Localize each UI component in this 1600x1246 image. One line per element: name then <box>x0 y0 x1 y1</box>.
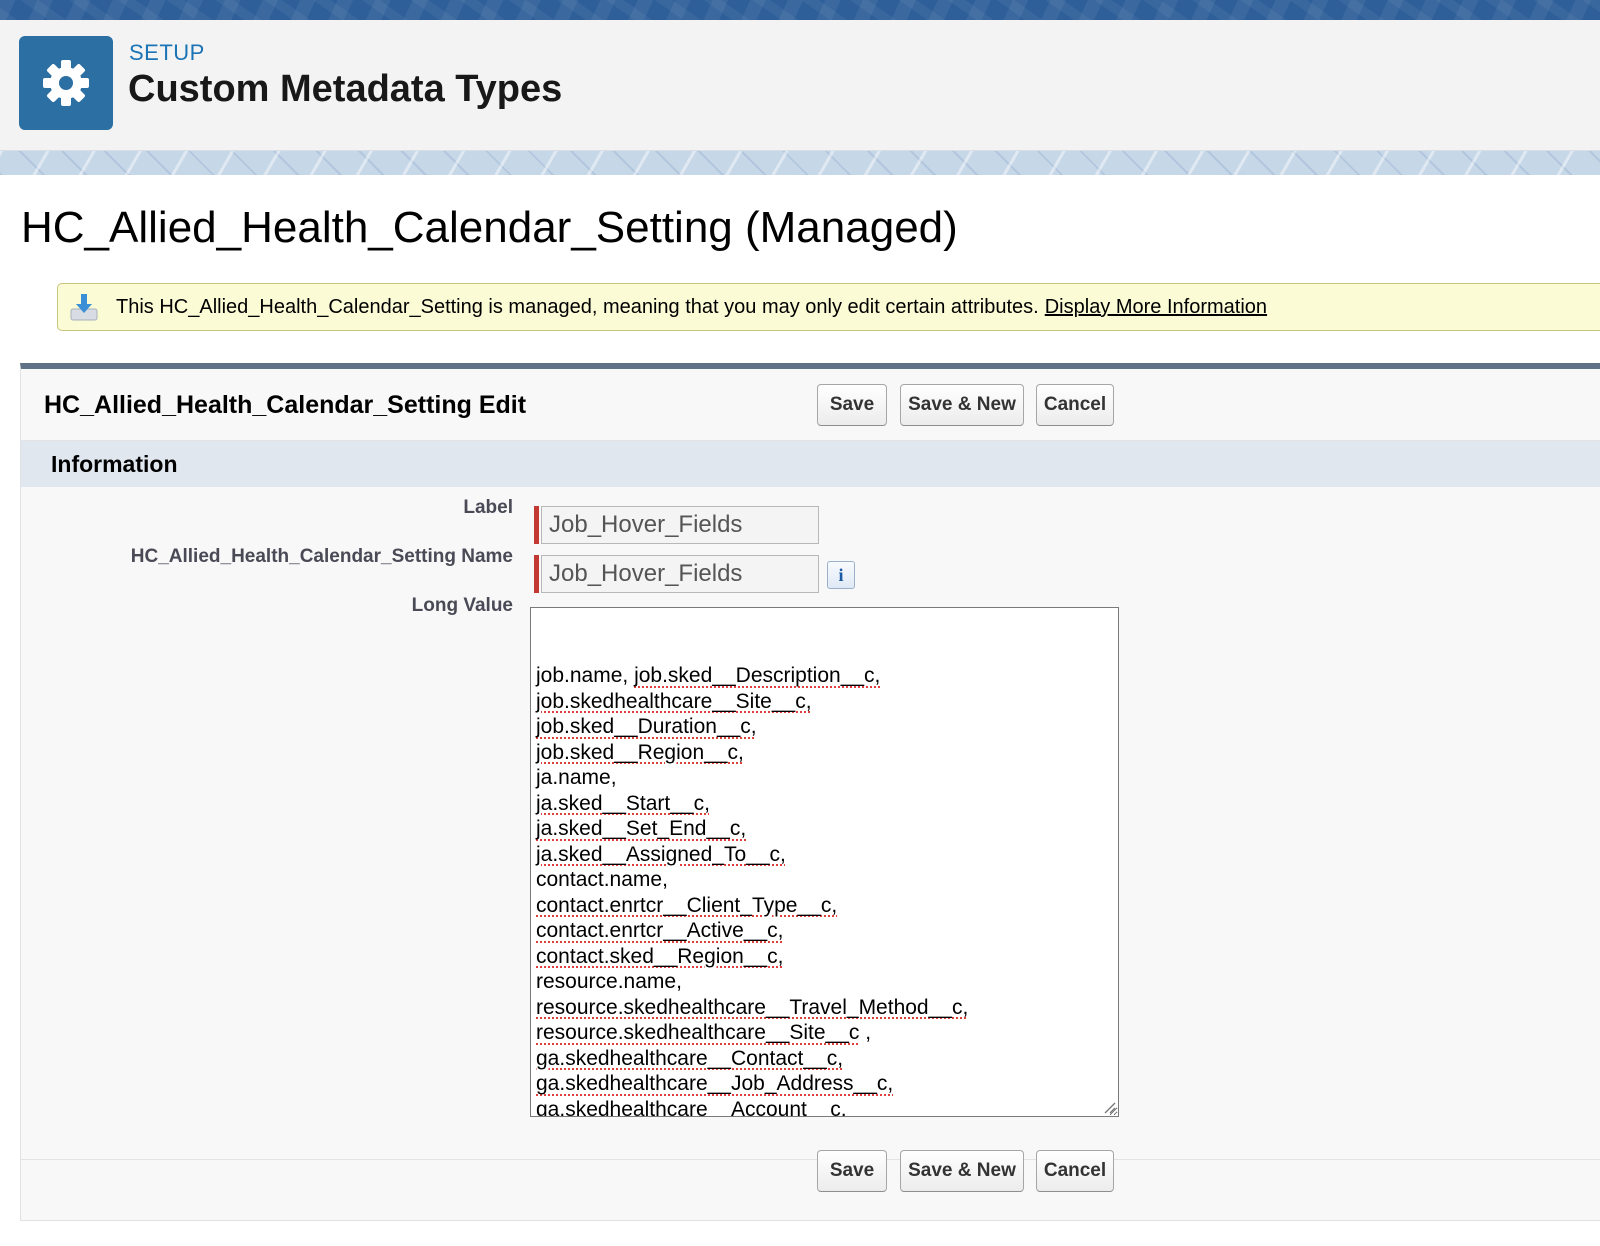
long-value-line: resource.skedhealthcare__Site__c , <box>536 1021 872 1044</box>
long-value-line: contact.enrtcr__Client_Type__c, <box>536 893 838 917</box>
long-value-line: job.sked__Region__c, <box>536 740 744 764</box>
save-button[interactable]: Save <box>817 1150 887 1192</box>
long-value-line: ga.skedhealthcare__Job_Address__c, <box>536 1072 894 1095</box>
long-value-line: resource.name, <box>536 970 682 993</box>
info-icon[interactable]: i <box>827 561 855 589</box>
section-header-information: Information <box>21 441 1600 487</box>
long-value-line: ga.skedhealthcare__Account__c, <box>536 1097 847 1117</box>
long-value-textarea[interactable]: job.name, job.sked__Description__c, job.s… <box>530 607 1119 1117</box>
long-value-line: contact.name, <box>536 868 668 891</box>
long-value-label: Long Value <box>411 595 513 616</box>
header-banner <box>0 0 1600 20</box>
notice-message: This HC_Allied_Health_Calendar_Setting i… <box>116 296 1039 318</box>
cancel-button[interactable]: Cancel <box>1036 1150 1114 1192</box>
edit-panel: HC_Allied_Health_Calendar_Setting Edit S… <box>20 363 1600 1221</box>
setup-title: Custom Metadata Types <box>128 68 563 110</box>
long-value-line: ga.skedhealthcare__Contact__c, <box>536 1046 844 1070</box>
long-value-text: job.name, job.sked__Description__c, job.s… <box>536 663 1113 1117</box>
long-value-line: contact.enrtcr__Active__c, <box>536 919 784 942</box>
required-indicator <box>534 555 539 593</box>
header-pattern-band <box>0 151 1600 175</box>
required-indicator <box>534 506 539 544</box>
name-field-label: HC_Allied_Health_Calendar_Setting Name <box>130 546 513 567</box>
bottom-divider <box>21 1159 1600 1160</box>
download-tray-icon <box>68 291 100 323</box>
panel-title: HC_Allied_Health_Calendar_Setting Edit <box>44 391 527 419</box>
label-input[interactable] <box>541 506 819 544</box>
long-value-line: resource.skedhealthcare__Travel_Method__… <box>536 995 969 1019</box>
notice-text: This HC_Allied_Health_Calendar_Setting i… <box>116 296 1267 319</box>
managed-notice: This HC_Allied_Health_Calendar_Setting i… <box>57 283 1600 331</box>
display-more-info-link[interactable]: Display More Information <box>1045 296 1267 318</box>
page-title: HC_Allied_Health_Calendar_Setting (Manag… <box>21 203 958 252</box>
cancel-button[interactable]: Cancel <box>1036 384 1114 426</box>
label-field-label: Label <box>463 497 513 518</box>
section-title: Information <box>51 451 178 477</box>
long-value-line: ja.name, <box>536 766 617 789</box>
gear-icon <box>19 36 113 130</box>
setting-name-input[interactable] <box>541 555 819 593</box>
resize-grip-icon[interactable] <box>1102 1100 1116 1114</box>
long-value-line: ja.sked__Start__c, <box>536 791 710 815</box>
setup-header: SETUP Custom Metadata Types <box>0 20 1600 151</box>
long-value-line: job.name, job.sked__Description__c, <box>536 664 881 687</box>
save-new-button[interactable]: Save & New <box>900 384 1024 426</box>
long-value-line: ja.sked__Assigned_To__c, <box>536 842 786 866</box>
setup-eyebrow[interactable]: SETUP <box>129 40 205 66</box>
long-value-line: job.skedhealthcare__Site__c, <box>536 689 812 713</box>
long-value-line: ja.sked__Set_End__c, <box>536 817 747 840</box>
long-value-line: contact.sked__Region__c, <box>536 944 784 968</box>
long-value-line: job.sked__Duration__c, <box>536 715 757 738</box>
save-button[interactable]: Save <box>817 384 887 426</box>
save-new-button[interactable]: Save & New <box>900 1150 1024 1192</box>
